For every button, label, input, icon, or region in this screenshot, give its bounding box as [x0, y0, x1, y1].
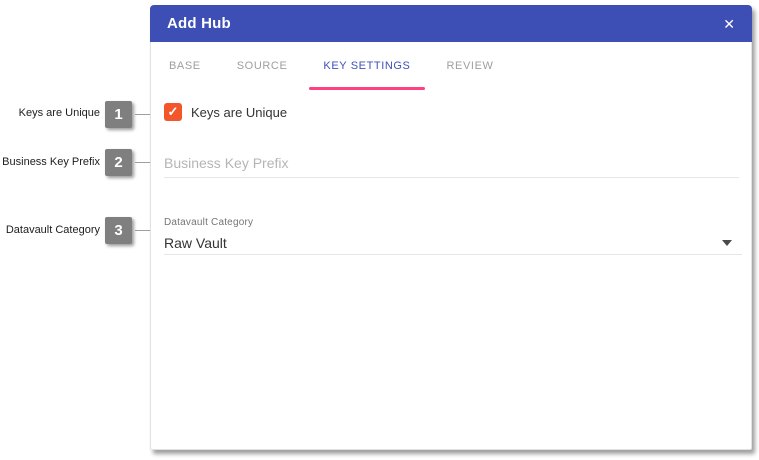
- tab-base-label: BASE: [169, 60, 201, 72]
- keys-are-unique-checkbox-row[interactable]: ✓ Keys are Unique: [164, 103, 287, 121]
- tab-source-label: SOURCE: [236, 60, 288, 72]
- annotation-badge-1: 1: [105, 101, 132, 128]
- select-label: Datavault Category: [164, 217, 254, 228]
- annotation-label-3: Datavault Category: [5, 224, 100, 236]
- tab-base[interactable]: BASE: [155, 42, 215, 90]
- annotation-badge-3: 3: [105, 217, 132, 244]
- checkbox-label[interactable]: Keys are Unique: [191, 105, 287, 120]
- tab-key-settings[interactable]: KEY SETTINGS: [309, 42, 425, 90]
- dropdown-arrow-icon: [722, 240, 732, 246]
- page: Keys are Unique 1 Business Key Prefix 2 …: [0, 0, 759, 460]
- tab-review-label: REVIEW: [446, 60, 494, 72]
- dialog-header: Add Hub ✕: [150, 5, 752, 42]
- tab-source[interactable]: SOURCE: [223, 42, 302, 90]
- add-hub-dialog: Add Hub ✕ BASE SOURCE KEY SETTINGS REVIE…: [150, 5, 752, 450]
- annotation-badge-2: 2: [105, 149, 132, 176]
- select-value: Raw Vault: [164, 234, 227, 251]
- checkbox-checked[interactable]: ✓: [164, 103, 182, 121]
- close-icon[interactable]: ✕: [723, 17, 735, 31]
- dialog-title: Add Hub: [167, 15, 231, 32]
- select-value-row[interactable]: Raw Vault: [164, 231, 742, 255]
- tab-key-settings-label: KEY SETTINGS: [323, 60, 411, 72]
- business-key-prefix-input[interactable]: [164, 149, 739, 178]
- annotation-label-1: Keys are Unique: [18, 107, 100, 119]
- tab-bar: BASE SOURCE KEY SETTINGS REVIEW: [151, 42, 751, 90]
- check-icon: ✓: [167, 104, 179, 119]
- datavault-category-select[interactable]: Datavault Category Raw Vault: [164, 217, 742, 255]
- annotation-label-2: Business Key Prefix: [2, 156, 100, 168]
- tab-active-indicator: [309, 87, 425, 90]
- tab-review[interactable]: REVIEW: [433, 42, 508, 90]
